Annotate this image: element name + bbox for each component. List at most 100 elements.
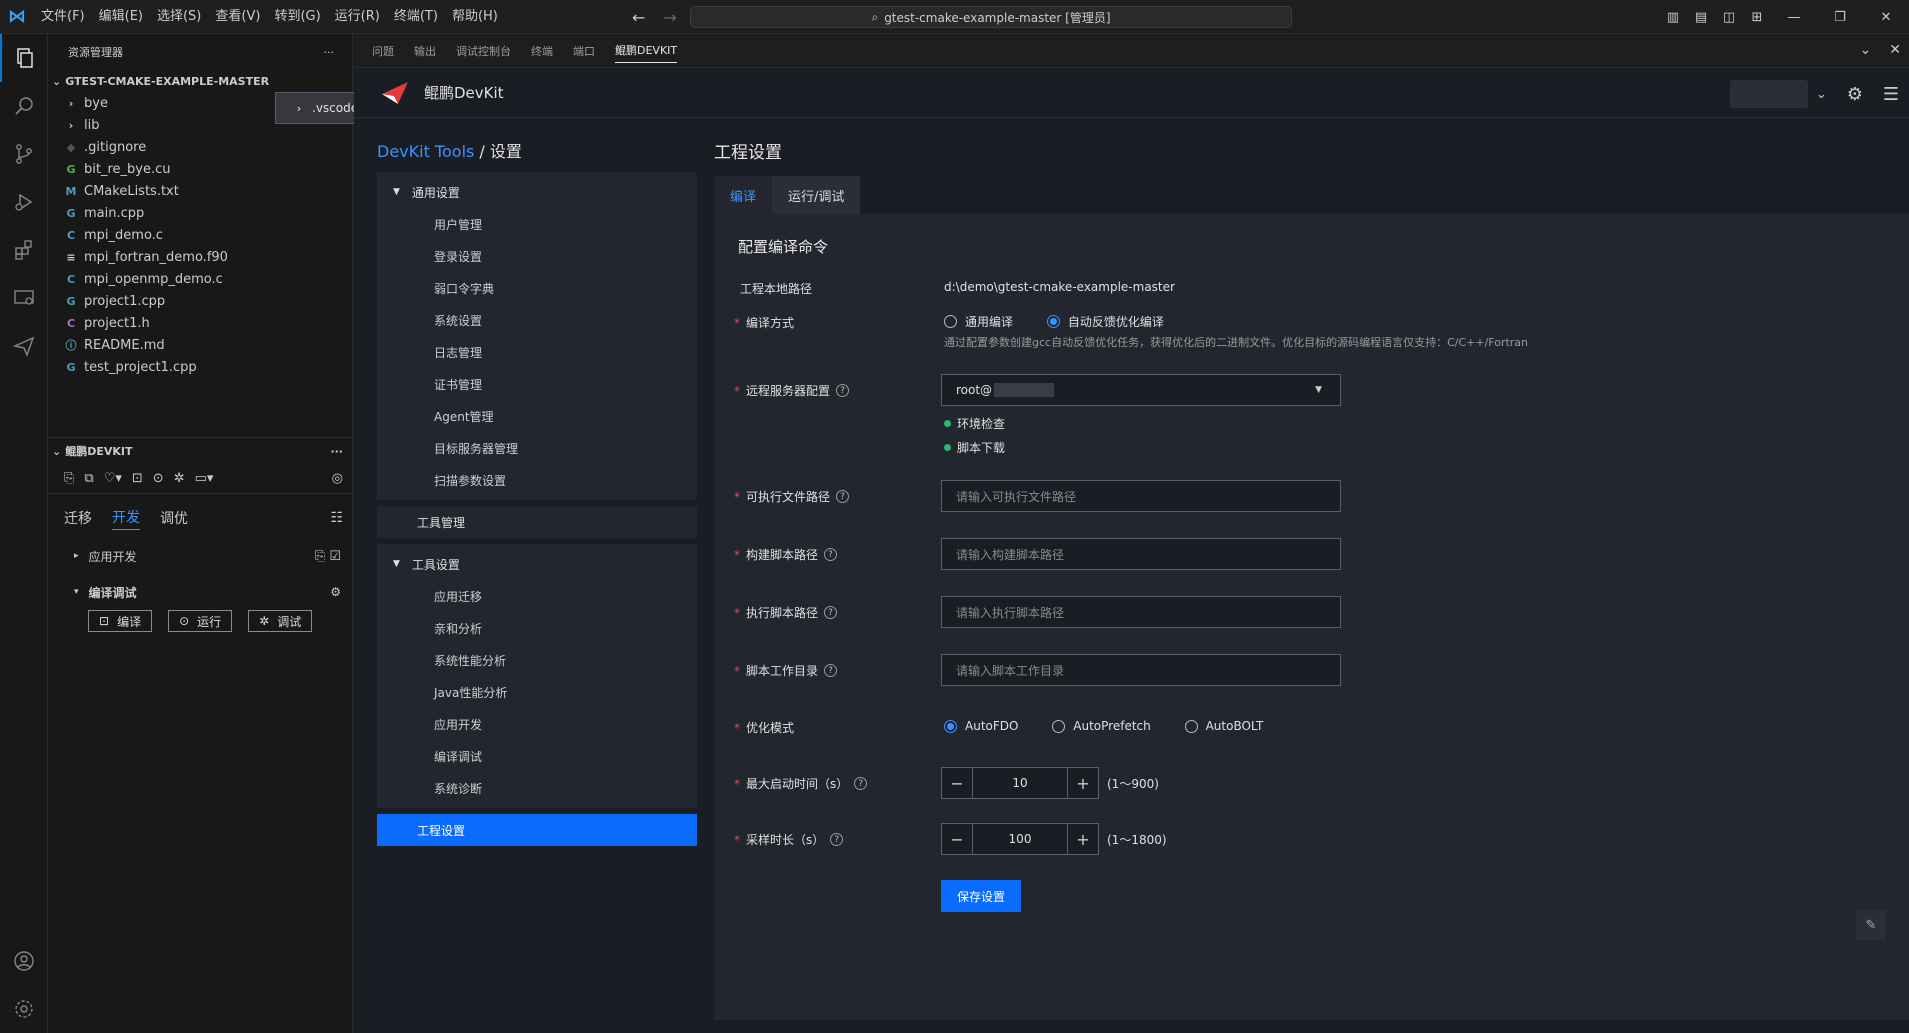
minimize-icon[interactable]: — [1771,10,1817,25]
customize-layout-icon[interactable]: ⊞ [1743,10,1771,25]
tree-item[interactable]: ≡ mpi_fortran_demo.f90 [48,246,352,268]
tab-debug-console[interactable]: 调试控制台 [456,43,511,59]
back-arrow-icon[interactable]: ← [632,8,645,27]
save-settings-button[interactable]: 保存设置 [941,880,1021,912]
menu-view[interactable]: 查看(V) [208,0,267,34]
source-control-icon[interactable] [0,130,48,178]
script-download-link[interactable]: 脚本下载 [944,439,1005,456]
copy-icon[interactable]: ⧉ [84,471,93,486]
increment-button[interactable]: + [1067,823,1099,855]
tab-ports[interactable]: 端口 [573,43,595,59]
nav-tool-settings-header[interactable]: ▼ 工具设置 [377,548,697,580]
breadcrumb-devkit-tools[interactable]: DevKit Tools [377,142,474,161]
new-file-icon[interactable]: ⎘ [64,471,74,486]
new-edit-icons[interactable]: ⎘ ☑ [315,549,341,564]
tree-item[interactable]: Gmain.cpp [48,202,352,224]
help-icon[interactable]: ? [824,664,838,677]
tree-item[interactable]: Gtest_project1.cpp [48,356,352,378]
nav-item[interactable]: 用户管理 [377,208,697,240]
run-button[interactable]: ⊙ 运行 [168,610,233,632]
forward-arrow-icon[interactable]: → [663,8,676,27]
nav-item[interactable]: 扫描参数设置 [377,464,697,496]
nav-project-settings[interactable]: 工程设置 [377,814,697,846]
user-select-box[interactable] [1729,80,1808,108]
nav-item[interactable]: 日志管理 [377,336,697,368]
code-window-icon[interactable]: ⊡ [132,471,143,486]
sample-value[interactable]: 100 [973,823,1067,855]
tab-develop[interactable]: 开发 [112,507,140,530]
tab-run-debug[interactable]: 运行/调试 [772,176,861,214]
help-icon[interactable]: ? [824,548,838,561]
nav-item[interactable]: 系统诊断 [377,772,697,804]
compile-button[interactable]: ⊡ 编译 [88,610,153,632]
explorer-root-folder[interactable]: ⌄ GTEST-CMAKE-EXAMPLE-MASTER [48,70,352,92]
toggle-sidebar-icon[interactable]: ▥ [1659,10,1687,25]
nav-item[interactable]: 编译调试 [377,740,697,772]
tree-item[interactable]: Cmpi_openmp_demo.c [48,268,352,290]
manage-gear-icon[interactable] [0,985,48,1033]
close-window-icon[interactable]: ✕ [1863,10,1909,25]
nav-item[interactable]: 应用开发 [377,708,697,740]
nav-item[interactable]: 证书管理 [377,368,697,400]
increment-button[interactable]: + [1067,767,1099,799]
tab-tune[interactable]: 调优 [160,508,188,528]
radio-autobolt[interactable]: AutoBOLT [1184,719,1263,733]
devkit-row-compile-debug[interactable]: ▾ 编译调试 ⚙ [48,578,353,606]
nav-item[interactable]: 登录设置 [377,240,697,272]
more-actions-icon[interactable]: ··· [330,445,343,458]
tab-problems[interactable]: 问题 [372,43,394,59]
nav-item[interactable]: 应用迁移 [377,580,697,612]
tree-item[interactable]: M CMakeLists.txt [48,180,352,202]
decrement-button[interactable]: − [941,823,973,855]
menu-file[interactable]: 文件(F) [34,0,92,34]
nav-item[interactable]: 弱口令字典 [377,272,697,304]
help-icon[interactable]: ? [836,384,850,397]
exec-path-input[interactable]: 请输入可执行文件路径 [941,480,1341,512]
decrement-button[interactable]: − [941,767,973,799]
tree-item[interactable]: ◆ .gitignore [48,136,352,158]
run-debug-icon[interactable] [0,178,48,226]
menu-go[interactable]: 转到(G) [267,0,327,34]
toggle-secondary-sidebar-icon[interactable]: ◫ [1715,10,1743,25]
menu-selection[interactable]: 选择(S) [150,0,208,34]
bug-icon[interactable]: ✲ [174,471,185,486]
env-check-link[interactable]: 环境检查 [944,415,1005,432]
menu-run[interactable]: 运行(R) [328,0,387,34]
remote-server-select[interactable]: root@ ▼ [941,374,1341,406]
more-actions-icon[interactable]: ··· [324,46,335,59]
menu-terminal[interactable]: 终端(T) [387,0,445,34]
nav-item[interactable]: 亲和分析 [377,612,697,644]
chevron-down-icon[interactable]: ⌄ [1816,87,1827,102]
nav-item[interactable]: Agent管理 [377,400,697,432]
kunpeng-devkit-icon[interactable] [0,322,48,370]
restore-icon[interactable]: ❐ [1817,10,1863,25]
play-circle-icon[interactable]: ⊙ [153,471,164,486]
nav-general-header[interactable]: ▼ 通用设置 [377,176,697,208]
tree-item[interactable]: Cmpi_demo.c [48,224,352,246]
nav-item[interactable]: Java性能分析 [377,676,697,708]
help-icon[interactable]: ? [854,777,868,790]
feedback-edit-icon[interactable]: ✎ [1856,910,1886,940]
monitor-icon[interactable]: ▭▾ [195,471,214,486]
menu-edit[interactable]: 编辑(E) [92,0,150,34]
devkit-row-app-dev[interactable]: ▸ 应用开发 ⎘ ☑ [48,542,353,570]
workdir-input[interactable]: 请输入脚本工作目录 [941,654,1341,686]
remote-explorer-icon[interactable] [0,274,48,322]
tree-item[interactable]: Gproject1.cpp [48,290,352,312]
tree-item[interactable]: ⓘ README.md [48,334,352,356]
extensions-icon[interactable] [0,226,48,274]
menu-help[interactable]: 帮助(H) [445,0,505,34]
tab-compile[interactable]: 编译 [714,176,773,214]
settings-gear-icon[interactable]: ⚙ [330,585,341,599]
radio-autoprefetch[interactable]: AutoPrefetch [1052,719,1151,733]
command-center-search[interactable]: ⌕ gtest-cmake-example-master [管理员] [690,6,1292,28]
health-icon[interactable]: ♡▾ [104,471,122,486]
tab-kunpeng-devkit[interactable]: 鲲鹏DEVKIT [615,42,678,63]
radio-general-compile[interactable]: 通用编译 [944,313,1013,330]
help-icon[interactable]: ? [836,490,850,503]
explorer-icon[interactable] [0,34,48,82]
devkit-section-header[interactable]: ⌄ 鲲鹏DEVKIT ··· [48,438,353,464]
radio-autofdo[interactable]: AutoFDO [944,719,1018,733]
settings-gear-icon[interactable]: ⚙ [1847,84,1863,105]
nav-tool-manage[interactable]: 工具管理 [377,506,697,538]
